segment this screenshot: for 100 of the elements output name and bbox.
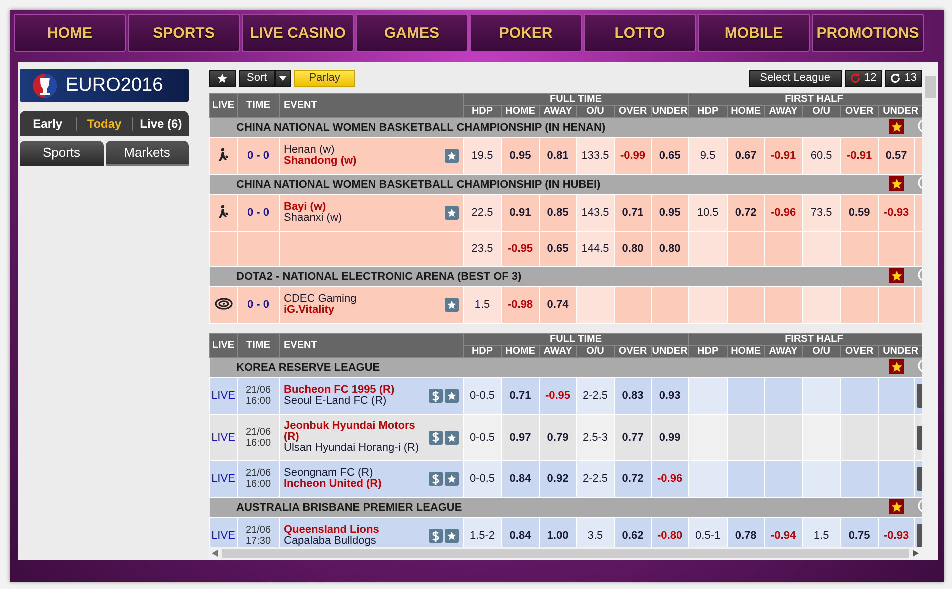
refresh-button[interactable]: 12 [844, 70, 882, 86]
sort-button[interactable]: Sort [239, 70, 276, 86]
favorite-button[interactable] [445, 472, 459, 486]
team-name: Capalaba Bulldogs [284, 536, 378, 547]
cash-out-button[interactable] [429, 472, 443, 486]
sort-dropdown-button[interactable] [275, 70, 292, 86]
odds-value[interactable]: 0.65 [659, 150, 681, 162]
odds-value[interactable]: 0.77 [622, 432, 644, 444]
match-time: 21/06 16:00 [244, 468, 272, 490]
odds-value[interactable]: 0.78 [735, 530, 757, 542]
favorite-button[interactable] [889, 499, 904, 514]
odds-value[interactable]: 0.71 [622, 207, 644, 219]
nav-button[interactable]: GAMES [356, 14, 468, 52]
odds-value: 3.5 [588, 530, 604, 542]
odds-value[interactable]: 0.79 [547, 432, 569, 444]
cash-out-button[interactable] [429, 430, 443, 444]
match-time: 21/06 16:00 [244, 385, 272, 407]
refresh-button[interactable]: 13 [884, 70, 922, 86]
vertical-scrollbar[interactable] [922, 62, 938, 560]
odds-value: 1.5 [474, 299, 490, 311]
team-name: iG.Vitality [284, 305, 335, 316]
team-name: Ulsan Hyundai Horang-i (R) [284, 443, 420, 454]
scroll-left-icon[interactable] [212, 550, 218, 557]
odds-value[interactable]: 0.95 [659, 207, 681, 219]
odds-value[interactable]: 0.59 [848, 207, 870, 219]
favorite-button[interactable] [445, 206, 459, 220]
view-tab[interactable]: Markets [106, 141, 189, 166]
odds-value: 9.5 [700, 150, 716, 162]
odds-value[interactable]: 0.99 [659, 432, 681, 444]
nav-button[interactable]: HOME [14, 14, 126, 52]
dollar-icon [432, 390, 440, 402]
logo-text: EURO2016 [66, 74, 164, 96]
odds-value[interactable]: 0.81 [547, 150, 569, 162]
favorite-button[interactable] [889, 119, 904, 134]
odds-value: 0-0.5 [470, 473, 496, 485]
favorites-button[interactable] [209, 70, 236, 86]
favorite-button[interactable] [445, 430, 459, 444]
scroll-right-icon[interactable] [913, 550, 919, 557]
nav-button[interactable]: PROMOTIONS [812, 14, 924, 52]
odds-value[interactable]: 0.57 [886, 150, 908, 162]
odds-value: 73.5 [810, 207, 832, 219]
nav-button[interactable]: LIVE CASINO [242, 14, 354, 52]
favorite-button[interactable] [445, 529, 459, 543]
team-name: Bucheon FC 1995 (R) [284, 385, 396, 396]
nav-button[interactable]: SPORTS [128, 14, 240, 52]
match-time: 21/06 17:30 [244, 525, 272, 547]
cash-out-button[interactable] [429, 389, 443, 403]
nav-button[interactable]: LOTTO [584, 14, 696, 52]
caret-icon [279, 76, 288, 80]
match-score: 0 - 0 [247, 150, 270, 162]
odds-value[interactable]: 0.72 [735, 207, 757, 219]
odds-value[interactable]: 0.95 [510, 150, 532, 162]
odds-value[interactable]: 0.97 [510, 432, 532, 444]
favorite-button[interactable] [889, 268, 904, 284]
select-league-button[interactable]: Select League [749, 70, 842, 86]
team-name: Bayi (w) [284, 202, 328, 213]
favorite-button[interactable] [445, 298, 459, 312]
odds-value[interactable]: 0.91 [510, 207, 532, 219]
favorite-button[interactable] [889, 359, 904, 374]
star-icon [890, 500, 903, 513]
odds-value[interactable]: 0.83 [622, 390, 644, 402]
dollar-icon [432, 474, 440, 484]
player-icon [218, 204, 229, 218]
favorite-button[interactable] [445, 389, 459, 403]
odds-value: 23.5 [472, 243, 494, 255]
spiral-icon [214, 298, 232, 310]
dollar-icon [432, 530, 440, 542]
period-tab[interactable]: Today [76, 116, 132, 130]
period-tab[interactable]: Early [20, 116, 76, 130]
league-name: KOREA RESERVE LEAGUE [210, 358, 879, 378]
odds-value[interactable]: 0.92 [547, 473, 569, 485]
odds-value[interactable]: 0.85 [547, 207, 569, 219]
team-name: Jeonbuk Hyundai Motors (R) [284, 421, 416, 443]
cash-out-button[interactable] [429, 529, 443, 543]
odds-value[interactable]: 0.84 [510, 473, 532, 485]
odds-value[interactable]: 0.93 [659, 390, 681, 402]
odds-value[interactable]: 0.74 [547, 299, 569, 311]
parlay-button[interactable]: Parlay [294, 70, 356, 86]
nav-button[interactable]: POKER [470, 14, 582, 52]
odds-value[interactable]: 0.75 [848, 530, 870, 542]
nav-button[interactable]: MOBILE [698, 14, 810, 52]
column-group-header: FULL TIME [464, 334, 689, 346]
column-group-header: FIRST HALF [688, 94, 922, 106]
odds-value[interactable]: 0.72 [622, 473, 644, 485]
favorite-button[interactable] [889, 176, 904, 192]
odds-value[interactable]: 1.00 [547, 530, 569, 542]
period-tab[interactable]: Live (6) [132, 116, 190, 130]
odds-value[interactable]: 0.67 [735, 150, 757, 162]
team-name: Henan (w) [284, 145, 336, 156]
match-score: 0 - 0 [247, 299, 270, 311]
horizontal-scrollbar[interactable] [209, 547, 922, 560]
odds-value[interactable]: 0.84 [510, 530, 532, 542]
trophy-icon [32, 72, 58, 98]
column-header: TIME [238, 94, 280, 118]
odds-value[interactable]: 0.71 [510, 390, 532, 402]
league-name: CHINA NATIONAL WOMEN BASKETBALL CHAMPIONSHIP (IN HUBEI) [210, 174, 879, 194]
favorite-button[interactable] [445, 149, 459, 163]
star-icon [447, 432, 457, 442]
odds-value[interactable]: 0.62 [622, 530, 644, 542]
view-tab[interactable]: Sports [20, 141, 104, 166]
